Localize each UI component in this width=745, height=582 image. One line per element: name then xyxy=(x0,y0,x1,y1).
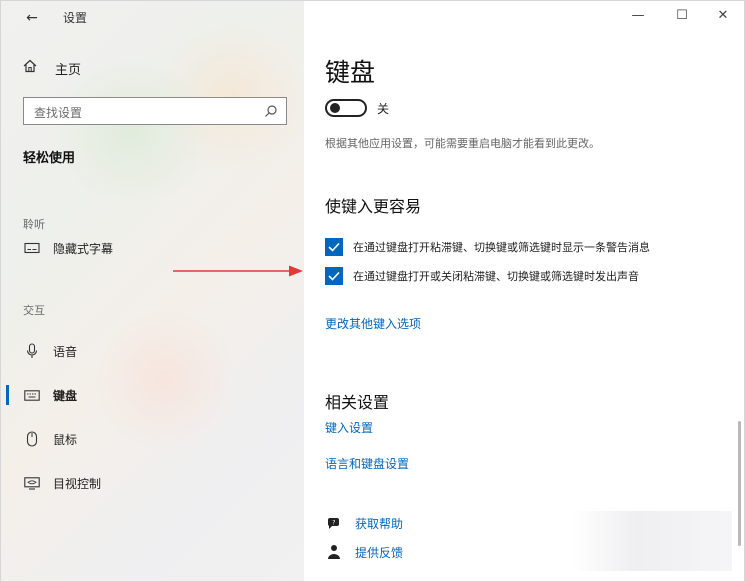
sidebar-item-label: 隐藏式字幕 xyxy=(53,241,114,256)
search-icon xyxy=(264,103,278,117)
checkbox[interactable] xyxy=(325,267,343,285)
sidebar-item-eye-control[interactable]: 目视控制 xyxy=(1,469,304,497)
main-content: 键盘 关 根据其他应用设置，可能需要重启电脑才能看到此更改。 使键入更容易 在通… xyxy=(304,1,745,581)
search-input[interactable]: 查找设置 xyxy=(23,97,287,125)
mouse-icon xyxy=(23,430,41,448)
checkbox-label: 在通过键盘打开粘滞键、切换键或筛选键时显示一条警告消息 xyxy=(353,241,650,254)
captions-icon xyxy=(23,239,41,257)
sidebar-item-label: 键盘 xyxy=(53,388,78,403)
keyboard-icon xyxy=(23,386,41,404)
arrow-left-icon: ← xyxy=(26,10,38,26)
back-button[interactable]: ← xyxy=(21,7,43,29)
page-title: 键盘 xyxy=(325,58,376,87)
checkmark-icon xyxy=(328,242,340,252)
sidebar-item-label: 目视控制 xyxy=(53,476,102,491)
keyboard-toggle[interactable] xyxy=(325,99,367,117)
help-label: 获取帮助 xyxy=(355,516,404,531)
sidebar-item-label: 主页 xyxy=(55,62,82,78)
svg-text:?: ? xyxy=(332,519,335,526)
help-chat-icon: ? xyxy=(325,514,343,532)
scrollbar[interactable] xyxy=(738,421,741,546)
app-title: 设置 xyxy=(63,11,88,25)
sidebar: ← 设置 主页 查找设置 轻松使用 聆听 隐藏式字幕 交互 语音 键盘 鼠标 目… xyxy=(1,1,304,581)
restart-note: 根据其他应用设置，可能需要重启电脑才能看到此更改。 xyxy=(325,137,600,150)
sidebar-group-label: 聆听 xyxy=(23,218,45,231)
watermark-blur xyxy=(572,511,732,571)
get-help-link[interactable]: ? 获取帮助 xyxy=(325,513,403,533)
microphone-icon xyxy=(23,342,41,360)
sidebar-item-mouse[interactable]: 鼠标 xyxy=(1,425,304,453)
sidebar-item-captions[interactable]: 隐藏式字幕 xyxy=(1,234,304,262)
sidebar-item-keyboard[interactable]: 键盘 xyxy=(1,381,304,409)
section-title-related-settings: 相关设置 xyxy=(325,393,390,412)
sidebar-backdrop xyxy=(151,21,304,171)
active-indicator xyxy=(6,385,9,405)
annotation-arrow xyxy=(173,265,303,277)
typing-settings-link[interactable]: 键入设置 xyxy=(325,419,373,436)
checkmark-icon xyxy=(328,271,340,281)
sidebar-item-label: 鼠标 xyxy=(53,432,78,447)
toggle-knob xyxy=(330,103,340,113)
sidebar-category: 轻松使用 xyxy=(23,151,76,166)
sidebar-item-speech[interactable]: 语音 xyxy=(1,337,304,365)
section-title-easier-typing: 使键入更容易 xyxy=(325,197,422,216)
feedback-label: 提供反馈 xyxy=(355,545,404,560)
change-typing-options-link[interactable]: 更改其他键入选项 xyxy=(325,315,421,332)
eye-control-icon xyxy=(23,474,41,492)
search-placeholder: 查找设置 xyxy=(34,106,83,120)
language-keyboard-settings-link[interactable]: 语言和键盘设置 xyxy=(325,455,409,472)
warning-message-checkbox-row[interactable]: 在通过键盘打开粘滞键、切换键或筛选键时显示一条警告消息 xyxy=(325,237,650,257)
sidebar-group-label: 交互 xyxy=(23,304,45,317)
checkbox[interactable] xyxy=(325,238,343,256)
sound-checkbox-row[interactable]: 在通过键盘打开或关闭粘滞键、切换键或筛选键时发出声音 xyxy=(325,266,639,286)
feedback-icon xyxy=(325,543,343,561)
sidebar-item-home[interactable]: 主页 xyxy=(23,57,81,79)
checkbox-label: 在通过键盘打开或关闭粘滞键、切换键或筛选键时发出声音 xyxy=(353,270,639,283)
give-feedback-link[interactable]: 提供反馈 xyxy=(325,542,403,562)
home-icon xyxy=(23,59,41,77)
settings-window: ← 设置 主页 查找设置 轻松使用 聆听 隐藏式字幕 交互 语音 键盘 鼠标 目… xyxy=(0,0,745,582)
toggle-state-label: 关 xyxy=(377,102,390,116)
sidebar-item-label: 语音 xyxy=(53,344,78,359)
